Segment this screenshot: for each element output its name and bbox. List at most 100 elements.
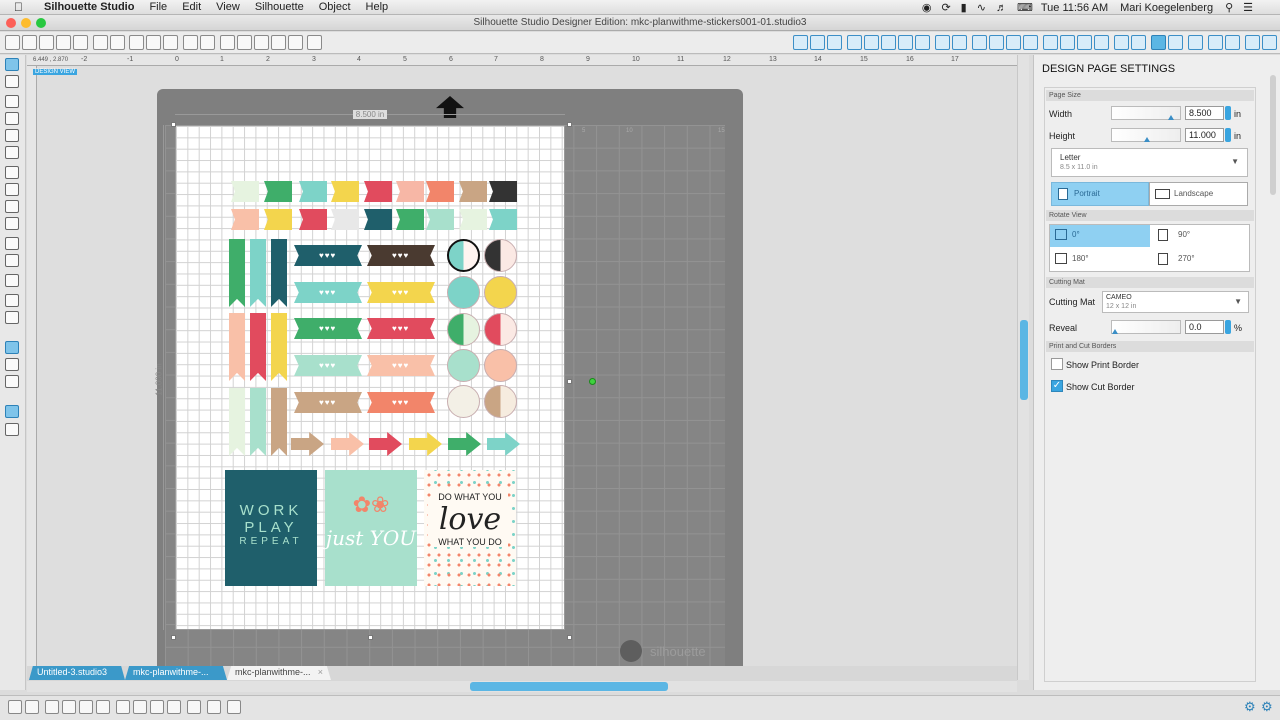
sync-icon[interactable]: ⟳ [941, 1, 950, 14]
battery-icon[interactable]: ▮ [961, 1, 967, 14]
zoom-out-icon[interactable] [254, 35, 269, 50]
redo-icon[interactable] [200, 35, 215, 50]
vertical-flag-sticker[interactable] [271, 313, 287, 381]
flag-sticker[interactable] [331, 209, 359, 230]
fill-color-icon[interactable] [810, 35, 825, 50]
replicate-icon[interactable] [898, 35, 913, 50]
flag-sticker[interactable] [231, 209, 259, 230]
flag-sticker[interactable] [459, 181, 487, 202]
text-style-icon[interactable] [972, 35, 987, 50]
open-library-icon[interactable] [39, 35, 54, 50]
design-page[interactable]: ♥♥♥ ♥♥♥ ♥♥♥ ♥♥♥ ♥♥♥ ♥♥♥ ♥♥♥ ♥♥♥ ♥♥♥ ♥♥♥ … [175, 125, 565, 630]
image-effects-icon[interactable] [1114, 35, 1129, 50]
line-style-icon[interactable] [793, 35, 808, 50]
app-menu[interactable]: Silhouette Studio [44, 1, 134, 13]
slider-thumb[interactable] [1144, 137, 1150, 142]
selection-handle[interactable] [171, 122, 176, 127]
pan-hand-icon[interactable] [220, 35, 235, 50]
flag-sticker[interactable] [299, 181, 327, 202]
fit-to-page-icon[interactable] [307, 35, 322, 50]
shape-options-icon[interactable] [864, 35, 879, 50]
menu-file[interactable]: File [149, 1, 167, 13]
flag-sticker[interactable] [299, 209, 327, 230]
select-tool-icon[interactable] [5, 58, 19, 71]
circle-sticker[interactable] [484, 349, 517, 382]
registration-marks-icon[interactable] [1168, 35, 1183, 50]
circle-sticker[interactable] [484, 385, 517, 418]
curve-tool-icon[interactable] [5, 183, 19, 196]
menu-silhouette[interactable]: Silhouette [255, 1, 304, 13]
open-icon[interactable] [22, 35, 37, 50]
flag-sticker[interactable] [264, 209, 292, 230]
sketch-icon[interactable] [1043, 35, 1058, 50]
flag-sticker[interactable] [231, 181, 259, 202]
paste-icon[interactable] [146, 35, 161, 50]
selection-handle[interactable] [171, 635, 176, 640]
flag-sticker[interactable] [364, 181, 392, 202]
modify-icon[interactable] [952, 35, 967, 50]
horizontal-scrollbar[interactable] [27, 681, 1017, 692]
vertical-flag-sticker[interactable] [250, 239, 266, 307]
design-view-icon[interactable] [5, 341, 19, 354]
banner-sticker[interactable]: ♥♥♥ [294, 355, 362, 376]
arrow-sticker[interactable] [448, 432, 481, 456]
arrow-sticker[interactable] [409, 432, 442, 456]
transform-icon[interactable] [915, 35, 930, 50]
polygon-options-icon[interactable] [881, 35, 896, 50]
send-icon[interactable] [1245, 35, 1260, 50]
undo-icon[interactable] [183, 35, 198, 50]
gradient-icon[interactable] [827, 35, 842, 50]
delete-icon[interactable] [116, 700, 130, 714]
print-cut-icon[interactable] [1131, 35, 1146, 50]
width-input[interactable]: 8.500 [1185, 106, 1224, 120]
circle-sticker[interactable] [447, 239, 480, 272]
store-view-icon[interactable] [5, 375, 19, 388]
knife-tool-icon[interactable] [5, 311, 19, 324]
save-icon[interactable] [56, 35, 71, 50]
zoom-window-button[interactable] [36, 18, 46, 28]
nest-icon[interactable] [1077, 35, 1092, 50]
trace-icon[interactable] [1006, 35, 1021, 50]
design-page-settings-icon[interactable] [1151, 35, 1166, 50]
panel-scrollbar[interactable] [1270, 75, 1276, 195]
selection-handle[interactable] [368, 635, 373, 640]
arrow-sticker[interactable] [291, 432, 324, 456]
send-to-silhouette-icon[interactable] [110, 35, 125, 50]
menu-clock[interactable]: Tue 11:56 AM [1041, 2, 1108, 14]
flag-sticker[interactable] [459, 209, 487, 230]
circle-sticker[interactable] [447, 276, 480, 309]
banner-sticker[interactable]: ♥♥♥ [294, 282, 362, 303]
copy-icon[interactable] [129, 35, 144, 50]
slider-thumb[interactable] [1168, 115, 1174, 120]
notifications-icon[interactable]: ☰ [1243, 1, 1253, 14]
rotate-90-button[interactable]: 90° [1154, 225, 1248, 247]
smooth-freehand-icon[interactable] [5, 237, 19, 250]
offset-icon[interactable] [989, 35, 1004, 50]
height-slider[interactable] [1111, 128, 1181, 142]
weld-icon[interactable] [1060, 35, 1075, 50]
tab-mkc-planwithme-1[interactable]: mkc-planwithme-... [125, 666, 227, 680]
keyboard-icon[interactable]: ⌨ [1017, 1, 1033, 14]
circle-sticker[interactable] [484, 276, 517, 309]
eraser-tool-icon[interactable] [5, 294, 19, 307]
group-icon[interactable] [25, 700, 39, 714]
banner-sticker[interactable]: ♥♥♥ [367, 318, 435, 339]
circle-sticker[interactable] [447, 313, 480, 346]
vertical-flag-sticker[interactable] [271, 239, 287, 307]
minimize-window-button[interactable] [21, 18, 31, 28]
width-slider[interactable] [1111, 106, 1181, 120]
send-back-icon[interactable] [167, 700, 181, 714]
tab-mkc-planwithme-2[interactable]: mkc-planwithme-... × [227, 666, 331, 680]
flag-sticker[interactable] [396, 181, 424, 202]
pick-color-icon[interactable] [207, 700, 221, 714]
menu-object[interactable]: Object [319, 1, 351, 13]
width-stepper[interactable] [1225, 106, 1231, 120]
selection-handle[interactable] [567, 122, 572, 127]
banner-sticker[interactable]: ♥♥♥ [367, 245, 435, 266]
vertical-flag-sticker[interactable] [229, 239, 245, 307]
close-window-button[interactable] [6, 18, 16, 28]
apple-icon[interactable]:  [14, 0, 23, 14]
volume-icon[interactable]: ♬ [996, 2, 1007, 14]
menu-view[interactable]: View [216, 1, 240, 13]
rounded-rect-tool-icon[interactable] [5, 129, 19, 142]
